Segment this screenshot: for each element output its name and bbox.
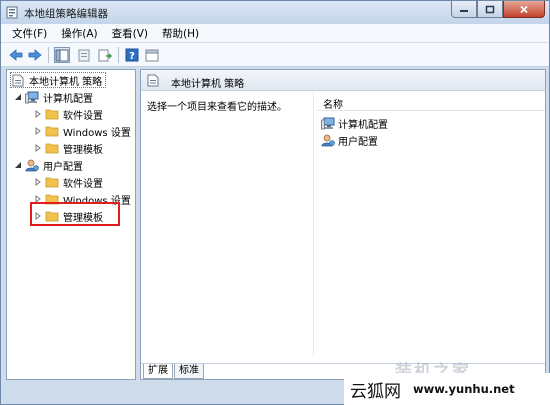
tree-item-label: 计算机配置 xyxy=(43,93,93,105)
help-button[interactable]: ? xyxy=(124,47,140,63)
folder-icon xyxy=(45,125,59,138)
svg-text:?: ? xyxy=(129,51,135,62)
list-item-label: 用户配置 xyxy=(338,136,378,148)
filter-view-icon xyxy=(145,49,159,61)
folder-icon xyxy=(45,108,59,121)
menu-file[interactable]: 文件(F) xyxy=(5,26,54,41)
tree-item-computer-software-settings[interactable]: 软件设置 xyxy=(33,106,103,122)
details-pane[interactable]: 本地计算机 策略 选择一个项目来查看它的描述。 名称 计算机配置 用户配置 扩展… xyxy=(140,69,546,380)
expanded-triangle-icon[interactable] xyxy=(13,161,22,170)
tree-item-local-computer-policy[interactable]: 本地计算机 策略 xyxy=(10,72,107,88)
folder-icon xyxy=(45,142,59,155)
menu-action[interactable]: 操作(A) xyxy=(54,26,104,41)
watermark-url: www.yunhu.net xyxy=(413,382,515,396)
menu-view[interactable]: 查看(V) xyxy=(105,26,155,41)
toolbar-separator xyxy=(118,47,119,63)
tree-item-label: 管理模板 xyxy=(63,144,103,156)
collapsed-triangle-icon[interactable] xyxy=(33,110,42,119)
window-title: 本地组策略编辑器 xyxy=(24,8,108,20)
watermark-badge: 云狐网 www.yunhu.net xyxy=(344,373,550,405)
maximize-button[interactable] xyxy=(477,1,503,18)
export-list-icon xyxy=(98,49,112,61)
title-bar[interactable]: 本地组策略编辑器 xyxy=(1,1,549,24)
show-hide-tree-button[interactable] xyxy=(54,47,70,63)
toolbar: ? xyxy=(1,43,549,67)
minimize-icon xyxy=(460,10,468,12)
menu-help[interactable]: 帮助(H) xyxy=(155,26,206,41)
group-policy-editor-window: 本地组策略编辑器 文件(F) 操作(A) 查看(V) 帮助(H) ? 本地计算机… xyxy=(0,0,550,405)
item-description: 选择一个项目来查看它的描述。 xyxy=(147,102,287,113)
expanded-triangle-icon[interactable] xyxy=(13,93,22,102)
column-header-label: 名称 xyxy=(323,100,343,111)
collapsed-triangle-icon[interactable] xyxy=(33,127,42,136)
tree-item-user-config[interactable]: 用户配置 xyxy=(13,157,83,173)
tab-standard[interactable]: 标准 xyxy=(174,364,204,379)
details-header-title: 本地计算机 策略 xyxy=(171,79,245,90)
properties-button[interactable] xyxy=(76,47,92,63)
policy-document-icon xyxy=(11,74,25,87)
details-header: 本地计算机 策略 xyxy=(141,70,545,91)
maximize-icon xyxy=(485,5,495,13)
back-button[interactable] xyxy=(8,47,24,63)
list-item-computer-config[interactable]: 计算机配置 xyxy=(321,115,388,131)
help-icon: ? xyxy=(125,48,139,62)
tree-item-label: 本地计算机 策略 xyxy=(29,76,103,88)
tree-item-computer-windows-settings[interactable]: Windows 设置 xyxy=(33,123,131,139)
menu-bar: 文件(F) 操作(A) 查看(V) 帮助(H) xyxy=(1,24,549,43)
forward-button[interactable] xyxy=(27,47,43,63)
collapsed-triangle-icon[interactable] xyxy=(33,144,42,153)
properties-icon xyxy=(78,49,90,61)
folder-icon xyxy=(45,176,59,189)
export-list-button[interactable] xyxy=(97,47,113,63)
tree-item-label: Windows 设置 xyxy=(63,127,131,139)
column-header-name[interactable]: 名称 xyxy=(317,92,545,111)
show-hide-tree-icon xyxy=(55,49,69,61)
list-item-user-config[interactable]: 用户配置 xyxy=(321,132,378,148)
close-icon xyxy=(520,5,528,13)
watermark-brand: 云狐网 xyxy=(350,381,401,402)
window-controls xyxy=(451,1,545,18)
tree-item-computer-config[interactable]: 计算机配置 xyxy=(13,89,93,105)
list-item-label: 计算机配置 xyxy=(338,119,388,131)
tree-item-user-software-settings[interactable]: 软件设置 xyxy=(33,174,103,190)
back-arrow-icon xyxy=(9,49,23,61)
user-icon xyxy=(25,159,39,172)
user-icon xyxy=(321,134,335,147)
tree-item-label: 软件设置 xyxy=(63,178,103,190)
computer-icon xyxy=(25,91,39,104)
tree-item-computer-admin-templates[interactable]: 管理模板 xyxy=(33,140,103,156)
column-divider xyxy=(313,92,314,356)
tab-extended[interactable]: 扩展 xyxy=(143,364,173,379)
policy-editor-icon xyxy=(6,6,19,19)
highlight-annotation-box xyxy=(30,202,120,226)
close-button[interactable] xyxy=(503,1,545,18)
toolbar-separator xyxy=(48,47,49,63)
forward-arrow-icon xyxy=(28,49,42,61)
minimize-button[interactable] xyxy=(451,1,477,18)
filter-view-button[interactable] xyxy=(144,47,160,63)
tree-item-label: 用户配置 xyxy=(43,161,83,173)
computer-icon xyxy=(321,117,335,130)
collapsed-triangle-icon[interactable] xyxy=(33,178,42,187)
policy-document-icon xyxy=(147,74,159,90)
tree-item-label: 软件设置 xyxy=(63,110,103,122)
